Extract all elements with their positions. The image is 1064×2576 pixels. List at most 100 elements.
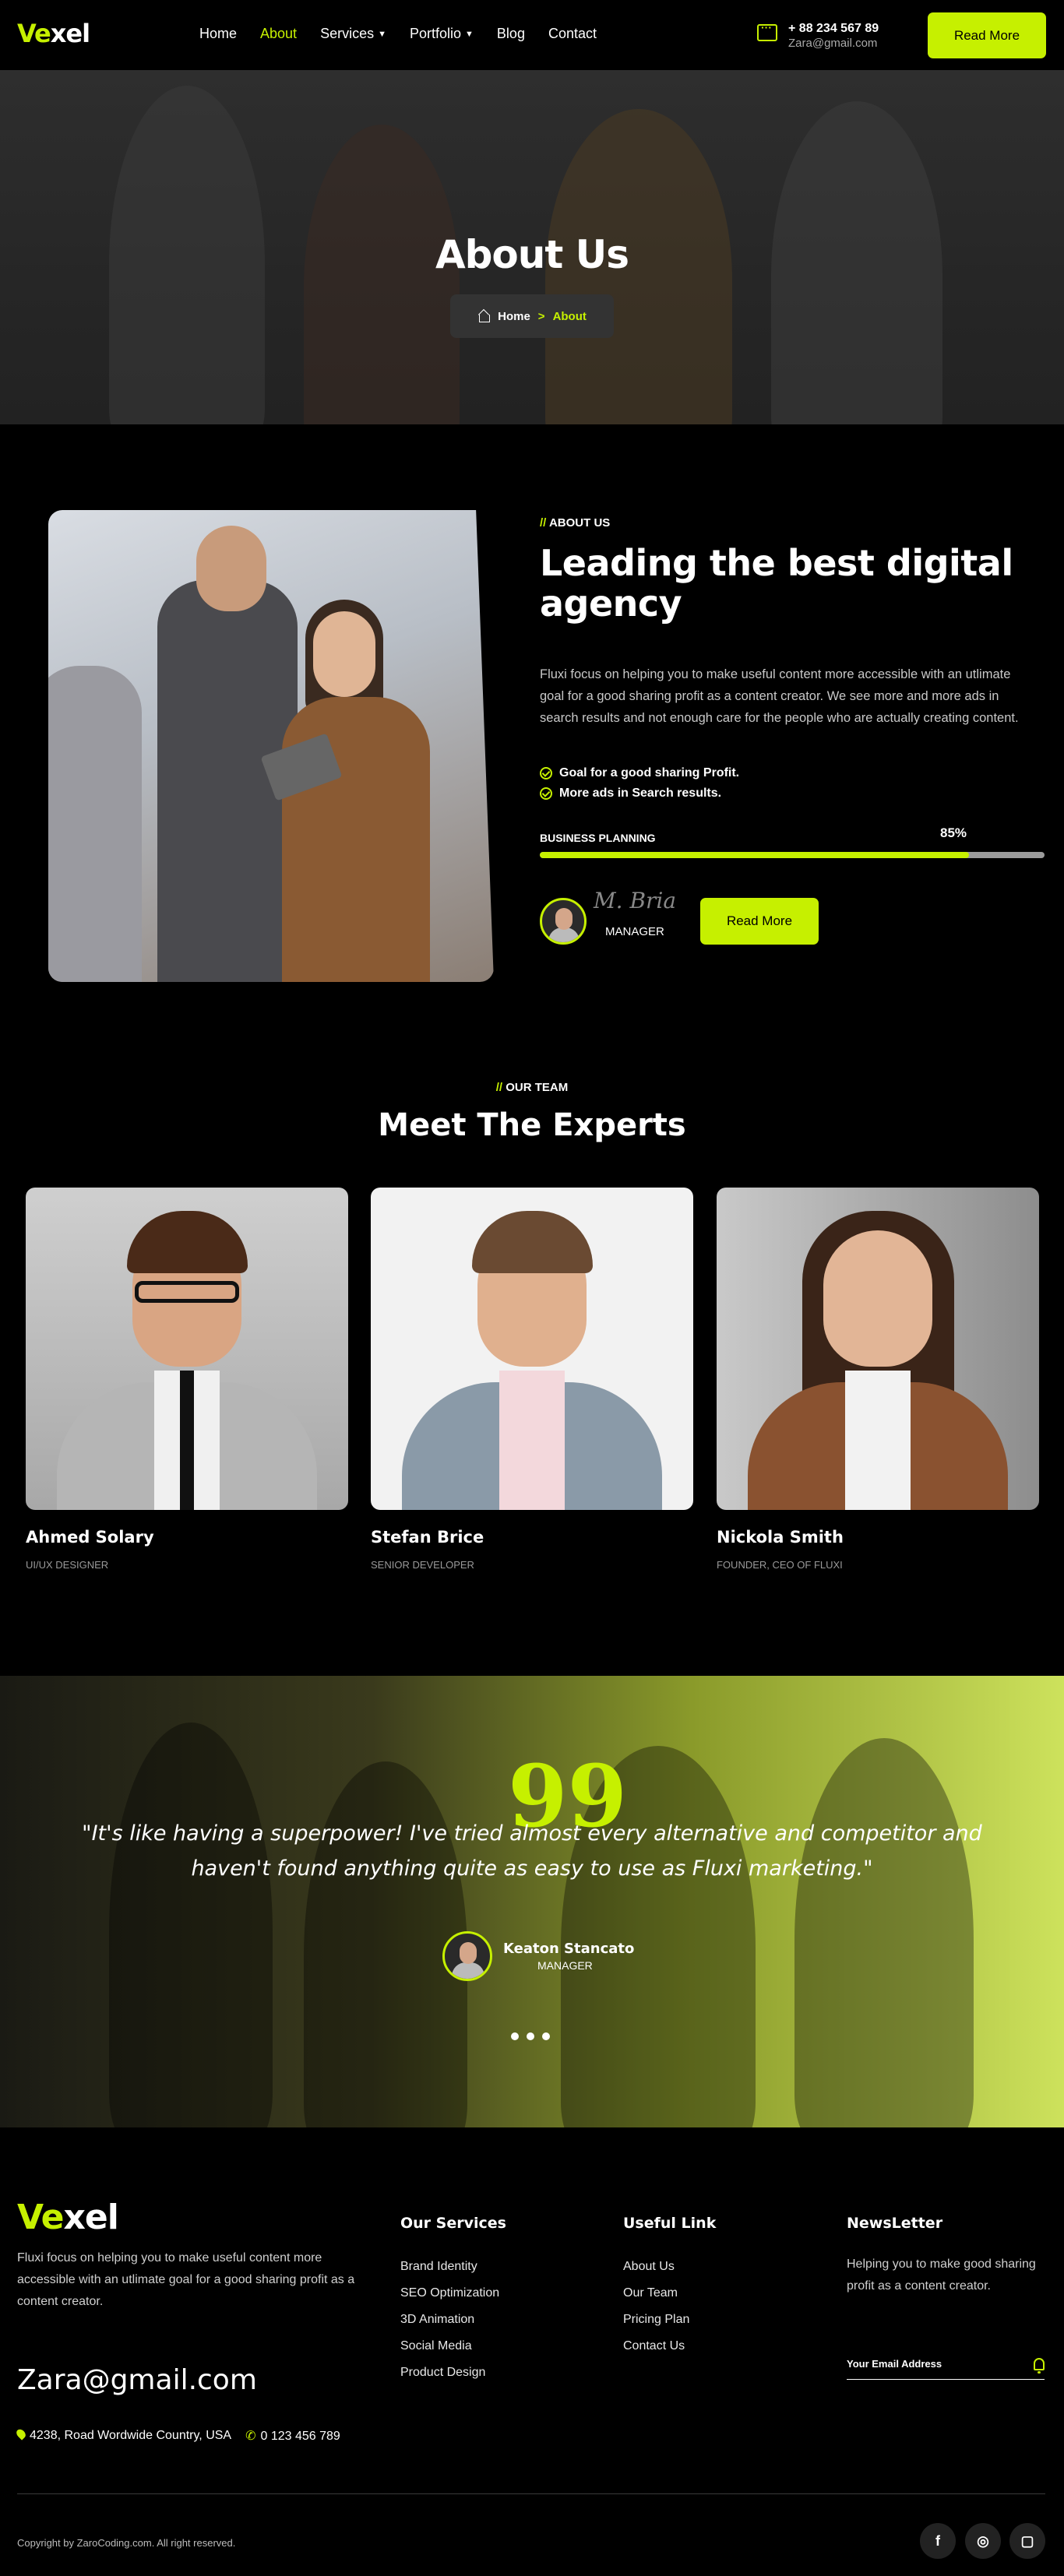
chevron-right-icon: > (537, 309, 545, 323)
location-pin-icon (14, 2427, 28, 2441)
check-item: More ads in Search results. (540, 783, 739, 804)
breadcrumb-home[interactable]: Home (498, 310, 530, 323)
breadcrumb: Home > About (450, 294, 614, 338)
footer-email[interactable]: Zara@gmail.com (17, 2364, 257, 2396)
check-item: Goal for a good sharing Profit. (540, 763, 739, 783)
member-role: FOUNDER, CEO OF FLUXI (717, 1559, 843, 1571)
photo-figure (135, 1281, 239, 1303)
footer-address-row: 4238, Road Wordwide Country, USA ✆ 0 123 … (14, 2427, 340, 2444)
check-circle-icon (540, 787, 552, 800)
testimonial-background-figure (109, 1723, 273, 2127)
avatar-figure (460, 1942, 477, 1964)
nav-portfolio[interactable]: Portfolio ▼ (410, 26, 474, 42)
bell-icon[interactable] (1034, 2357, 1045, 2374)
photo-figure (499, 1371, 565, 1510)
team-heading: Meet The Experts (378, 1107, 686, 1143)
slider-dots (511, 2032, 550, 2040)
footer-link[interactable]: Brand Identity (400, 2254, 506, 2280)
footer-link[interactable]: Contact Us (623, 2333, 716, 2360)
team-photo (26, 1188, 348, 1510)
photo-figure (282, 697, 430, 982)
member-name: Ahmed Solary (26, 1528, 154, 1547)
footer-logo[interactable]: Vexel (17, 2198, 119, 2237)
team-photo (717, 1188, 1039, 1510)
home-icon (477, 311, 491, 322)
newsletter-form (847, 2349, 1045, 2380)
breadcrumb-current: About (552, 309, 587, 323)
photo-figure (823, 1230, 932, 1367)
slider-dot[interactable] (527, 2032, 534, 2040)
testimonial-role: MANAGER (537, 1959, 593, 1972)
check-list: Goal for a good sharing Profit. More ads… (540, 763, 739, 804)
slider-dot[interactable] (511, 2032, 519, 2040)
logo[interactable]: Vexel (17, 19, 90, 48)
nav-blog[interactable]: Blog (497, 26, 525, 42)
site-header: Vexel Home About Services ▼ Portfolio ▼ Bl… (0, 0, 1064, 70)
testimonial-name: Keaton Stancato (503, 1941, 635, 1957)
newsletter-text: Helping you to make good sharing profit … (847, 2258, 1036, 2293)
manager-avatar (540, 898, 587, 945)
team-photo (371, 1188, 693, 1510)
footer-link[interactable]: Pricing Plan (623, 2307, 716, 2333)
member-name: Stefan Brice (371, 1528, 484, 1547)
newsletter-email-input[interactable] (847, 2358, 1010, 2370)
about-image (48, 510, 494, 982)
footer-phone[interactable]: 0 123 456 789 (261, 2430, 340, 2443)
footer-address: 4238, Road Wordwide Country, USA (30, 2429, 232, 2442)
instagram-icon[interactable]: ▢ (1009, 2523, 1045, 2559)
avatar-figure (555, 908, 573, 930)
chat-icon (757, 21, 777, 41)
testimonial-background-figure (794, 1738, 974, 2127)
page-hero: About Us Home > About (0, 70, 1064, 424)
footer-link[interactable]: About Us (623, 2254, 716, 2280)
nav-services[interactable]: Services ▼ (320, 26, 386, 42)
footer-divider (17, 2493, 1045, 2494)
photo-figure (313, 611, 375, 697)
testimonial-section: 99 "It's like having a superpower! I've … (0, 1676, 1064, 2127)
team-card[interactable]: Stefan Brice SENIOR DEVELOPER (371, 1188, 693, 1571)
nav-home[interactable]: Home (199, 26, 237, 42)
footer-newsletter-title: NewsLetter (847, 2215, 943, 2232)
about-read-more-button[interactable]: Read More (700, 898, 819, 945)
facebook-icon[interactable]: f (920, 2523, 956, 2559)
footer-newsletter: NewsLetter Helping you to make good shar… (847, 2215, 1041, 2297)
header-phone[interactable]: + 88 234 567 89 (788, 21, 879, 37)
footer-useful-links: Useful Link About Us Our Team Pricing Pl… (623, 2215, 716, 2360)
photo-figure (472, 1211, 593, 1273)
photo-figure (845, 1371, 911, 1510)
footer-about: Fluxi focus on helping you to make usefu… (17, 2251, 355, 2308)
footer-link[interactable]: Product Design (400, 2360, 506, 2386)
footer-link[interactable]: 3D Animation (400, 2307, 506, 2333)
nav-about[interactable]: About (260, 26, 297, 42)
team-card[interactable]: Ahmed Solary UI/UX DESIGNER (26, 1188, 348, 1571)
header-read-more-button[interactable]: Read More (928, 12, 1046, 58)
page-title: About Us (435, 232, 629, 277)
photo-figure (196, 526, 266, 611)
progress-fill (540, 852, 969, 858)
section-tag: // ABOUT US (540, 516, 611, 530)
photo-figure (127, 1211, 248, 1273)
member-role: UI/UX DESIGNER (26, 1559, 109, 1571)
footer-links-title: Useful Link (623, 2215, 717, 2232)
progress-value: 85% (940, 825, 967, 840)
main-nav: Home About Services ▼ Portfolio ▼ Blog Con… (199, 26, 597, 42)
photo-figure (180, 1371, 194, 1510)
section-tag: // OUR TEAM (495, 1081, 569, 1094)
testimonial-avatar (442, 1931, 492, 1981)
footer-link[interactable]: Social Media (400, 2333, 506, 2360)
signature: M. Bria (594, 888, 677, 913)
header-email[interactable]: Zara@gmail.com (788, 37, 879, 51)
footer-link[interactable]: SEO Optimization (400, 2280, 506, 2307)
team-card[interactable]: Nickola Smith FOUNDER, CEO OF FLUXI (717, 1188, 1039, 1571)
dribbble-icon[interactable]: ◎ (965, 2523, 1001, 2559)
slider-dot[interactable] (542, 2032, 550, 2040)
chevron-down-icon: ▼ (378, 29, 386, 39)
nav-contact[interactable]: Contact (548, 26, 597, 42)
footer-link[interactable]: Our Team (623, 2280, 716, 2307)
member-role: SENIOR DEVELOPER (371, 1559, 474, 1571)
chevron-down-icon: ▼ (465, 29, 474, 39)
manager-role: MANAGER (605, 925, 664, 938)
header-contact: + 88 234 567 89 Zara@gmail.com (757, 21, 879, 51)
photo-figure (48, 666, 142, 982)
member-name: Nickola Smith (717, 1528, 844, 1547)
